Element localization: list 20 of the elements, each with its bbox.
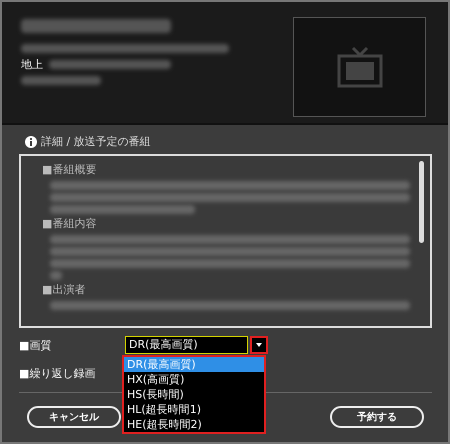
section-title: 詳細 / 放送予定の番組 [41, 134, 151, 149]
setting-label: ■画質 [19, 338, 52, 352]
reserve-button[interactable]: 予約する [330, 406, 424, 428]
info-icon [25, 136, 37, 148]
quality-select[interactable]: DR(最高画質) [125, 336, 248, 354]
blurred-text [50, 271, 62, 280]
broadcast-type: 地上 [21, 58, 43, 71]
section-heading: ■番組内容 [42, 216, 98, 232]
cancel-button[interactable]: キャンセル [27, 406, 121, 428]
setting-label: ■繰り返し録画 [19, 366, 96, 380]
dropdown-button[interactable] [250, 336, 268, 354]
dropdown-option[interactable]: HX(高画質) [124, 372, 264, 387]
dropdown-option[interactable]: HS(長時間) [124, 387, 264, 402]
section-heading: ■出演者 [42, 282, 86, 298]
scrollbar-thumb[interactable] [419, 161, 424, 243]
tv-icon [336, 46, 382, 88]
dropdown-option[interactable]: HL(超長時間1) [124, 402, 264, 417]
caret-icon [256, 343, 262, 347]
section-heading: ■番組概要 [42, 162, 98, 178]
dropdown-option[interactable]: HE(超長時間2) [124, 417, 264, 432]
